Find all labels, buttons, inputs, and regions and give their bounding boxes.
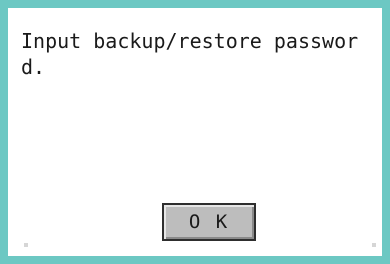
corner-mark-bottom-right (372, 243, 376, 247)
corner-mark-bottom-left (24, 243, 28, 247)
dialog-frame: Input backup/restore passwor d. O K (0, 0, 390, 264)
ok-button[interactable]: O K (162, 203, 256, 241)
dialog-message: Input backup/restore passwor d. (21, 29, 359, 79)
